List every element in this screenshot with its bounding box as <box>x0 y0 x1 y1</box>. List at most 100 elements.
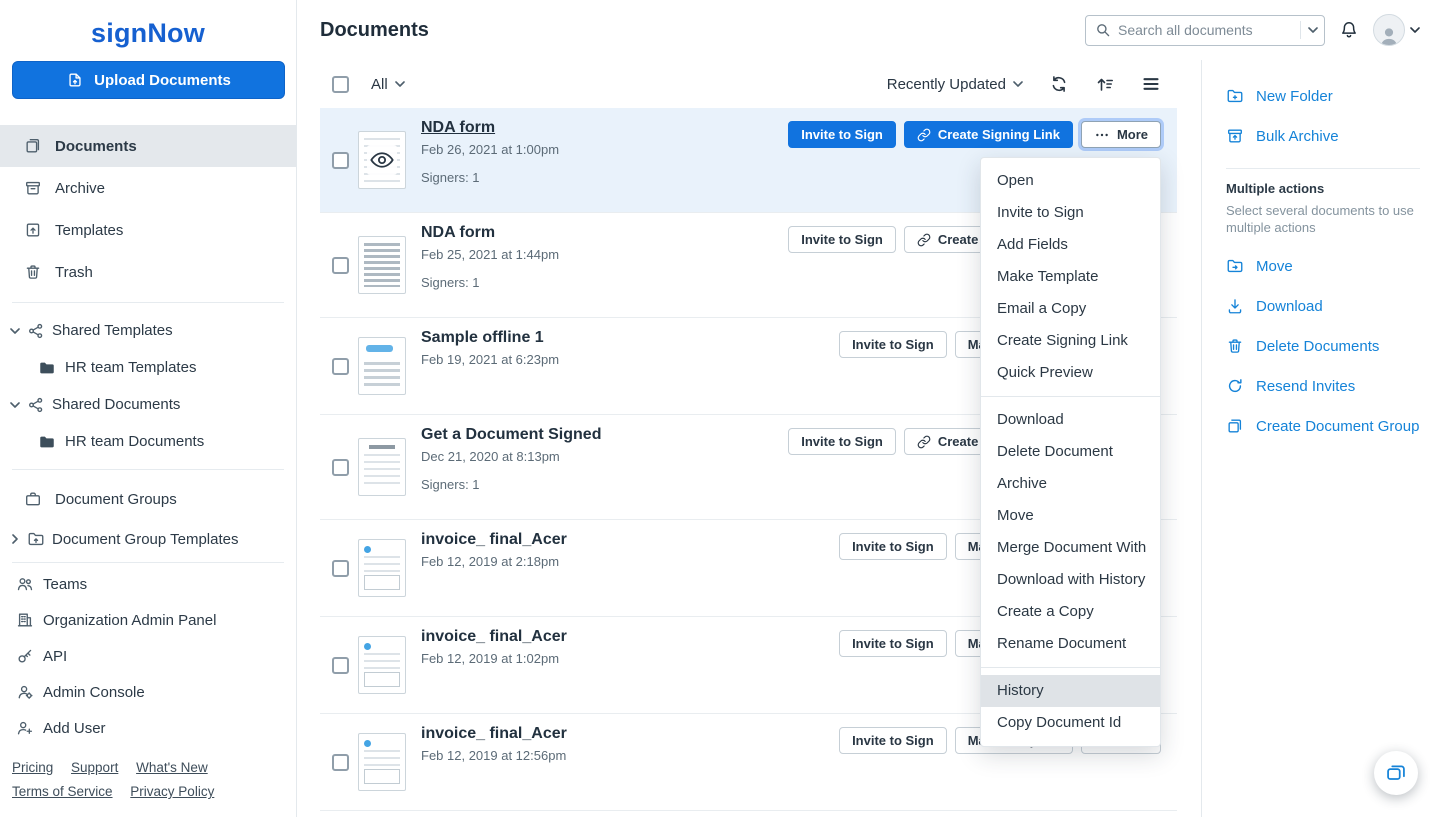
sidebar-item-trash[interactable]: Trash <box>0 251 296 293</box>
sort-dropdown[interactable]: Recently Updated <box>887 76 1023 93</box>
delete-documents-button[interactable]: Delete Documents <box>1226 326 1420 366</box>
menu-item-create-a-copy[interactable]: Create a Copy <box>981 596 1160 628</box>
menu-item-copy-document-id[interactable]: Copy Document Id <box>981 707 1160 739</box>
document-thumbnail[interactable] <box>358 337 406 395</box>
sidebar-item-admin-console[interactable]: Admin Console <box>0 674 296 710</box>
menu-item-delete-document[interactable]: Delete Document <box>981 436 1160 468</box>
row-checkbox[interactable] <box>332 657 349 674</box>
invite-to-sign-button[interactable]: Invite to Sign <box>788 226 896 253</box>
document-title[interactable]: NDA form <box>421 224 559 242</box>
sort-label: Recently Updated <box>887 76 1006 93</box>
search-box[interactable] <box>1085 15 1325 46</box>
privacy-policy-link[interactable]: Privacy Policy <box>130 784 214 799</box>
sort-order-button[interactable] <box>1095 74 1115 94</box>
menu-item-add-fields[interactable]: Add Fields <box>981 229 1160 261</box>
menu-item-merge-document-with[interactable]: Merge Document With <box>981 532 1160 564</box>
document-title[interactable]: NDA form <box>421 119 559 137</box>
menu-item-move[interactable]: Move <box>981 500 1160 532</box>
document-signers: Signers: 1 <box>421 275 559 290</box>
menu-item-download-with-history[interactable]: Download with History <box>981 564 1160 596</box>
document-thumbnail[interactable] <box>358 636 406 694</box>
document-title[interactable]: Sample offline 1 <box>421 329 559 347</box>
pricing-link[interactable]: Pricing <box>12 760 53 775</box>
document-date: Feb 12, 2019 at 1:02pm <box>421 651 567 666</box>
menu-item-invite-to-sign[interactable]: Invite to Sign <box>981 197 1160 229</box>
notifications-button[interactable] <box>1339 20 1359 40</box>
terms-of-service-link[interactable]: Terms of Service <box>12 784 113 799</box>
menu-item-archive[interactable]: Archive <box>981 468 1160 500</box>
menu-item-quick-preview[interactable]: Quick Preview <box>981 357 1160 389</box>
invite-to-sign-button[interactable]: Invite to Sign <box>788 428 896 455</box>
invite-to-sign-button[interactable]: Invite to Sign <box>788 121 896 148</box>
ellipsis-icon <box>1094 127 1110 143</box>
sidebar-item-shared-documents[interactable]: Shared Documents <box>0 386 296 423</box>
archive-icon <box>24 179 42 197</box>
chevron-right-icon[interactable] <box>12 534 18 544</box>
chevron-down-icon[interactable] <box>10 402 20 408</box>
more-button[interactable]: More <box>1081 121 1161 148</box>
upload-documents-button[interactable]: Upload Documents <box>12 61 285 99</box>
menu-item-rename-document[interactable]: Rename Document <box>981 628 1160 660</box>
document-thumbnail[interactable] <box>358 131 406 189</box>
invite-to-sign-button[interactable]: Invite to Sign <box>839 727 947 754</box>
sidebar-item-archive[interactable]: Archive <box>0 167 296 209</box>
row-checkbox[interactable] <box>332 459 349 476</box>
sidebar-item-organization-admin-panel[interactable]: Organization Admin Panel <box>0 602 296 638</box>
list-density-button[interactable] <box>1141 74 1161 94</box>
create-document-group-button[interactable]: Create Document Group <box>1226 406 1420 446</box>
row-checkbox[interactable] <box>332 257 349 274</box>
bulk-archive-button[interactable]: Bulk Archive <box>1226 116 1420 156</box>
new-folder-button[interactable]: New Folder <box>1226 76 1420 116</box>
sidebar-item-label: Templates <box>55 222 123 239</box>
whats-new-link[interactable]: What's New <box>136 760 208 775</box>
document-title[interactable]: invoice_ final_Acer <box>421 628 567 646</box>
sidebar-item-document-groups[interactable]: Document Groups <box>0 479 296 519</box>
sidebar-item-shared-templates[interactable]: Shared Templates <box>0 312 296 349</box>
sidebar-item-api[interactable]: API <box>0 638 296 674</box>
create-signing-link-button[interactable]: Create Signing Link <box>904 121 1073 148</box>
menu-item-open[interactable]: Open <box>981 165 1160 197</box>
refresh-button[interactable] <box>1049 74 1069 94</box>
document-thumbnail[interactable] <box>358 438 406 496</box>
chat-button[interactable] <box>1374 751 1418 795</box>
menu-item-download[interactable]: Download <box>981 404 1160 436</box>
chevron-down-icon[interactable] <box>1410 27 1420 33</box>
move-button[interactable]: Move <box>1226 246 1420 286</box>
search-input[interactable] <box>1118 22 1293 38</box>
document-title[interactable]: Get a Document Signed <box>421 426 601 444</box>
menu-item-create-signing-link[interactable]: Create Signing Link <box>981 325 1160 357</box>
sidebar-item-templates[interactable]: Templates <box>0 209 296 251</box>
document-thumbnail[interactable] <box>358 539 406 597</box>
document-thumbnail[interactable] <box>358 733 406 791</box>
invite-to-sign-button[interactable]: Invite to Sign <box>839 331 947 358</box>
resend-invites-button[interactable]: Resend Invites <box>1226 366 1420 406</box>
account-menu[interactable] <box>1373 14 1420 46</box>
download-button[interactable]: Download <box>1226 286 1420 326</box>
sidebar-item-documents[interactable]: Documents <box>0 125 296 167</box>
invite-to-sign-button[interactable]: Invite to Sign <box>839 630 947 657</box>
row-checkbox[interactable] <box>332 560 349 577</box>
avatar[interactable] <box>1373 14 1405 46</box>
row-checkbox[interactable] <box>332 358 349 375</box>
row-checkbox[interactable] <box>332 152 349 169</box>
row-checkbox[interactable] <box>332 754 349 771</box>
menu-item-history[interactable]: History <box>981 675 1160 707</box>
chevron-down-icon[interactable] <box>10 328 20 334</box>
menu-item-make-template[interactable]: Make Template <box>981 261 1160 293</box>
avatar-icon <box>1377 24 1401 46</box>
invite-to-sign-button[interactable]: Invite to Sign <box>839 533 947 560</box>
refresh-icon <box>1049 74 1069 94</box>
sidebar-item-hr-team-documents[interactable]: HR team Documents <box>0 423 296 460</box>
filter-dropdown[interactable]: All <box>371 76 405 93</box>
support-link[interactable]: Support <box>71 760 118 775</box>
sidebar-item-add-user[interactable]: Add User <box>0 710 296 746</box>
search-options-caret[interactable] <box>1300 21 1318 39</box>
select-all-checkbox[interactable] <box>332 76 349 93</box>
document-thumbnail[interactable] <box>358 236 406 294</box>
document-title[interactable]: invoice_ final_Acer <box>421 725 567 743</box>
sidebar-item-document-group-templates[interactable]: Document Group Templates <box>0 519 296 559</box>
menu-item-email-a-copy[interactable]: Email a Copy <box>981 293 1160 325</box>
sidebar-item-hr-team-templates[interactable]: HR team Templates <box>0 349 296 386</box>
sidebar-item-teams[interactable]: Teams <box>0 566 296 602</box>
document-title[interactable]: invoice_ final_Acer <box>421 531 567 549</box>
